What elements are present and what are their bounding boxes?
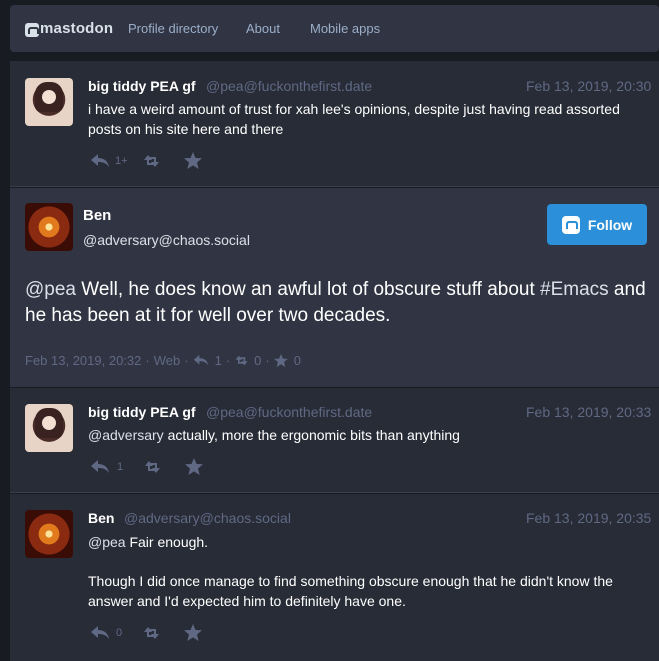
status-timestamp[interactable]: Feb 13, 2019, 20:35 — [526, 510, 651, 526]
status-reply[interactable]: big tiddy PEA gf @pea@fuckonthefirst.dat… — [10, 388, 659, 493]
reply-all-icon — [91, 625, 109, 639]
favourite-count: 0 — [293, 353, 301, 368]
status-app[interactable]: Web — [154, 353, 181, 368]
reply-count: 1+ — [115, 154, 128, 167]
nav-mobile-apps[interactable]: Mobile apps — [310, 21, 380, 36]
mention-link[interactable]: @adversary — [88, 427, 164, 443]
status-content: @pea Well, he does know an awful lot of … — [25, 277, 650, 329]
star-icon — [185, 458, 204, 475]
star-icon — [183, 152, 202, 169]
avatar[interactable] — [25, 510, 73, 558]
separator: · — [184, 353, 189, 368]
avatar[interactable] — [25, 404, 73, 452]
reply-icon — [91, 153, 109, 167]
content-text: Fair enough. — [125, 534, 209, 550]
boost-button[interactable] — [143, 459, 163, 475]
boost-button[interactable] — [142, 153, 162, 169]
separator: · — [145, 353, 150, 368]
star-icon — [273, 354, 288, 367]
content-text: actually, more the ergonomic bits than a… — [163, 427, 460, 443]
display-name[interactable]: Ben — [88, 510, 114, 526]
nav-profile-directory[interactable]: Profile directory — [128, 21, 218, 36]
reply-button[interactable]: 0 — [90, 625, 122, 641]
reply-count: 1 — [117, 460, 124, 473]
boost-icon — [235, 355, 248, 366]
mastodon-icon — [561, 215, 580, 234]
mention-link[interactable]: @pea — [88, 534, 126, 550]
status-reply[interactable]: Ben @adversary@chaos.social Feb 13, 2019… — [10, 494, 659, 661]
boost-icon — [143, 154, 159, 167]
favourite-button[interactable] — [184, 624, 203, 641]
favourite-button[interactable] — [185, 458, 204, 475]
avatar[interactable] — [25, 78, 73, 126]
display-name[interactable]: big tiddy PEA gf — [88, 78, 196, 94]
status-timestamp[interactable]: Feb 13, 2019, 20:32 — [25, 353, 141, 368]
boost-icon — [144, 626, 160, 639]
account-handle[interactable]: @pea@fuckonthefirst.date — [206, 78, 372, 94]
boost-icon — [145, 460, 161, 473]
hashtag-link[interactable]: #Emacs — [540, 279, 609, 300]
mastodon-logo-icon — [25, 22, 39, 37]
reply-button[interactable]: 1+ — [90, 153, 128, 169]
status-detailed: Ben @adversary@chaos.social Follow @pea … — [10, 188, 659, 387]
status-meta: Feb 13, 2019, 20:32 · Web · 1 · 0 · 0 — [25, 353, 305, 368]
account-handle[interactable]: @pea@fuckonthefirst.date — [206, 404, 372, 420]
mastodon-logo[interactable]: mastodon — [25, 20, 113, 37]
logo-text: mastodon — [40, 20, 114, 37]
status-timestamp[interactable]: Feb 13, 2019, 20:30 — [526, 78, 651, 94]
status-content: @pea Fair enough. Though I did once mana… — [88, 532, 633, 611]
reply-count: 1 — [214, 353, 222, 368]
reply-button[interactable]: 1 — [90, 459, 123, 475]
nav-about[interactable]: About — [246, 21, 280, 36]
separator: · — [265, 353, 270, 368]
mention-link[interactable]: @pea — [25, 279, 76, 300]
display-name[interactable]: Ben — [83, 207, 111, 224]
boost-count: 0 — [254, 353, 262, 368]
status-content: i have a weird amount of trust for xah l… — [88, 101, 620, 137]
top-nav-bar: mastodon Profile directory About Mobile … — [10, 5, 659, 52]
status-content: @adversary actually, more the ergonomic … — [88, 425, 633, 445]
account-handle[interactable]: @adversary@chaos.social — [83, 232, 250, 248]
reply-count: 0 — [116, 626, 123, 639]
status-ancestor[interactable]: big tiddy PEA gf @pea@fuckonthefirst.dat… — [10, 61, 659, 187]
avatar[interactable] — [25, 203, 73, 251]
status-timestamp[interactable]: Feb 13, 2019, 20:33 — [526, 404, 651, 420]
separator: · — [225, 353, 231, 368]
reply-all-icon — [91, 459, 109, 473]
star-icon — [184, 624, 203, 641]
follow-label: Follow — [587, 216, 633, 233]
reply-icon — [193, 354, 208, 366]
display-name[interactable]: big tiddy PEA gf — [88, 404, 196, 420]
favourite-button[interactable] — [183, 152, 202, 169]
account-handle[interactable]: @adversary@chaos.social — [124, 510, 291, 526]
follow-button[interactable]: Follow — [547, 204, 647, 245]
content-paragraph: Though I did once manage to find somethi… — [88, 573, 613, 609]
content-text: Well, he does know an awful lot of obscu… — [76, 279, 541, 300]
boost-button[interactable] — [142, 625, 162, 641]
